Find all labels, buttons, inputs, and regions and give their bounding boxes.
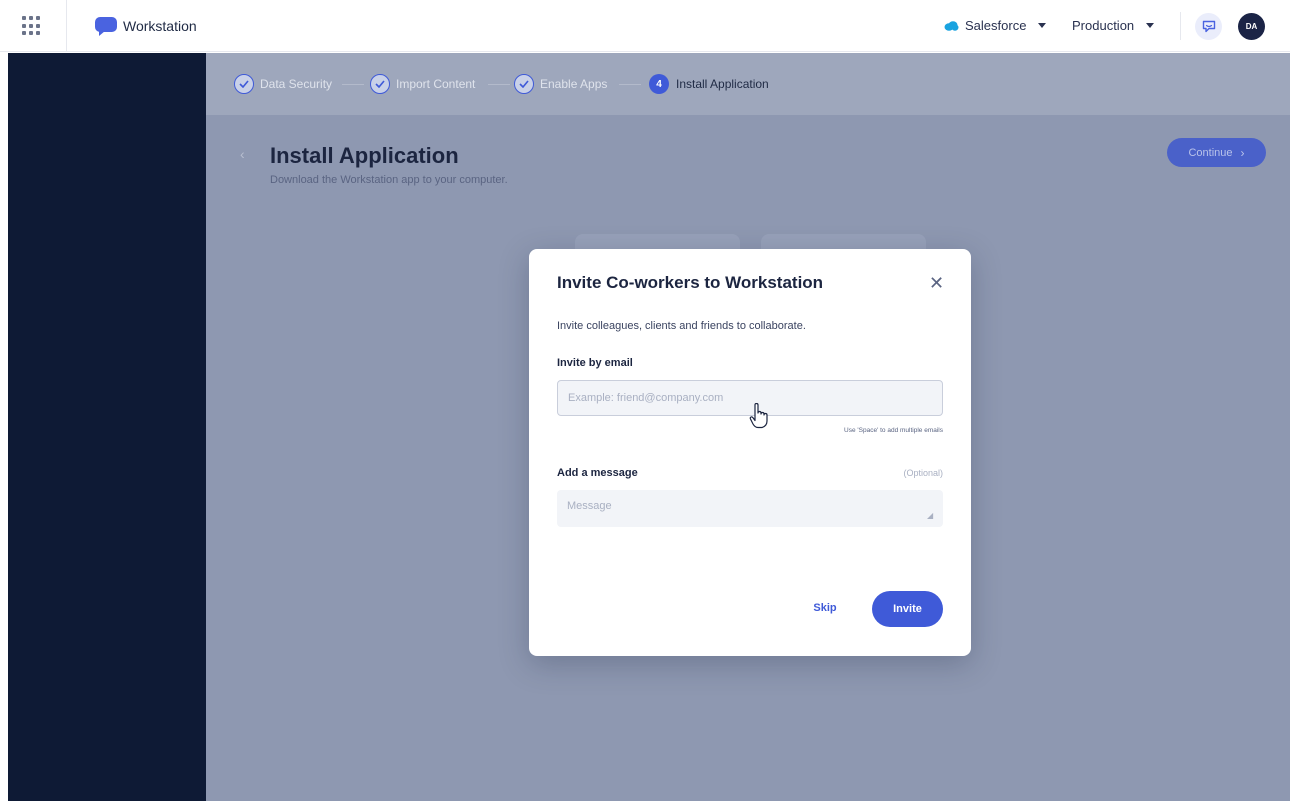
chevron-right-icon: › [1240,145,1245,160]
check-icon [370,74,390,94]
optional-tag: (Optional) [903,468,943,478]
chevron-left-icon[interactable]: ‹ [240,146,245,162]
org-label: Salesforce [965,18,1027,33]
org-selector[interactable]: Salesforce [944,18,1047,33]
top-bar: Workstation Salesforce Production DA [0,0,1290,52]
environment-selector[interactable]: Production [1072,18,1155,33]
email-hint: Use 'Space' to add multiple emails [844,427,943,434]
step-number: 4 [649,74,669,94]
cloud-icon [944,20,959,31]
message-label: Add a message [557,467,638,479]
step-install-application[interactable]: 4 Install Application [649,74,769,94]
step-connector [342,84,364,85]
hand-pointer-icon [749,403,768,429]
chevron-down-icon [1038,23,1047,28]
sidebar [8,53,206,801]
skip-button[interactable]: Skip [804,593,846,623]
step-enable-apps[interactable]: Enable Apps [514,74,607,94]
chevron-down-icon [1146,23,1155,28]
chat-button[interactable] [1195,13,1222,40]
step-data-security[interactable]: Data Security [234,74,332,94]
chat-bubble-icon [95,17,117,36]
stepper: Data Security Import Content Enable Apps… [206,53,1290,115]
step-import-content[interactable]: Import Content [370,74,475,94]
check-icon [234,74,254,94]
step-connector [488,84,510,85]
step-label: Import Content [396,77,476,91]
continue-label: Continue [1188,146,1233,159]
grid-icon[interactable] [22,16,42,36]
modal-title: Invite Co-workers to Workstation [557,273,824,292]
step-label: Install Application [676,77,769,91]
topbar-divider [1180,12,1181,40]
close-icon[interactable]: ✕ [929,273,944,294]
invite-button[interactable]: Invite [872,591,943,627]
step-connector [619,84,641,85]
step-label: Enable Apps [540,77,608,91]
modal-description: Invite colleagues, clients and friends t… [557,320,806,332]
resize-handle-icon[interactable]: ◢ [927,511,933,520]
comment-icon [1202,20,1215,33]
check-icon [514,74,534,94]
message-field[interactable] [557,490,943,527]
page-title: Install Application [270,143,459,168]
app-name: Workstation [123,18,197,34]
email-label: Invite by email [557,357,633,369]
environment-label: Production [1072,18,1135,33]
avatar[interactable]: DA [1238,13,1265,40]
page-subtitle: Download the Workstation app to your com… [270,174,508,186]
invite-modal: Invite Co-workers to Workstation ✕ Invit… [529,249,971,656]
step-label: Data Security [260,77,333,91]
topbar-divider [66,0,67,52]
continue-button[interactable]: Continue › [1167,138,1266,167]
